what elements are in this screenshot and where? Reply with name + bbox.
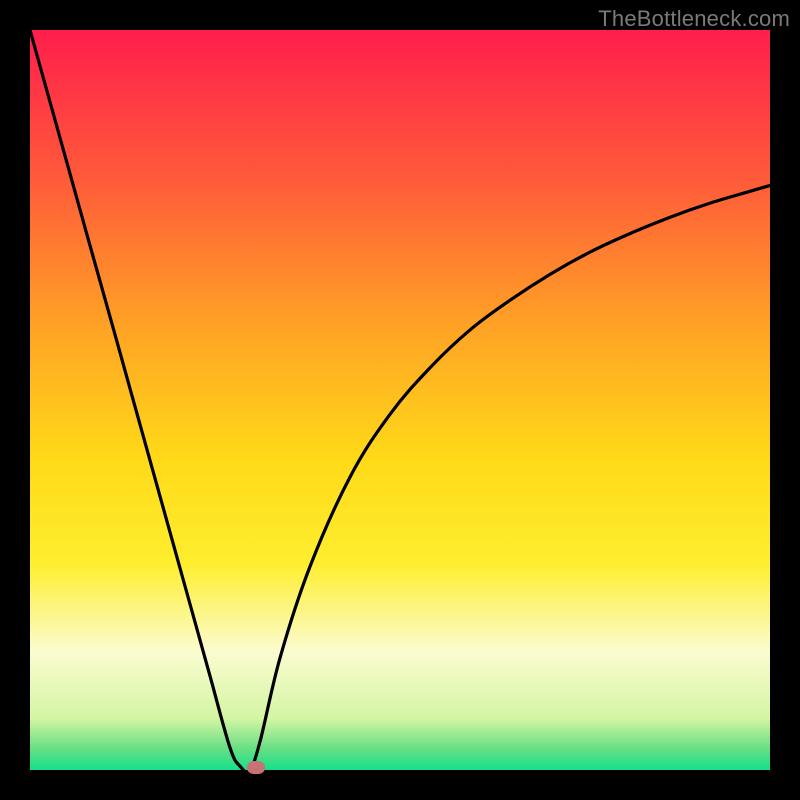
bottleneck-curve: [30, 30, 770, 770]
chart-frame: TheBottleneck.com: [0, 0, 800, 800]
watermark-text: TheBottleneck.com: [598, 6, 790, 32]
minimum-marker: [247, 761, 265, 774]
plot-area: [30, 30, 770, 770]
